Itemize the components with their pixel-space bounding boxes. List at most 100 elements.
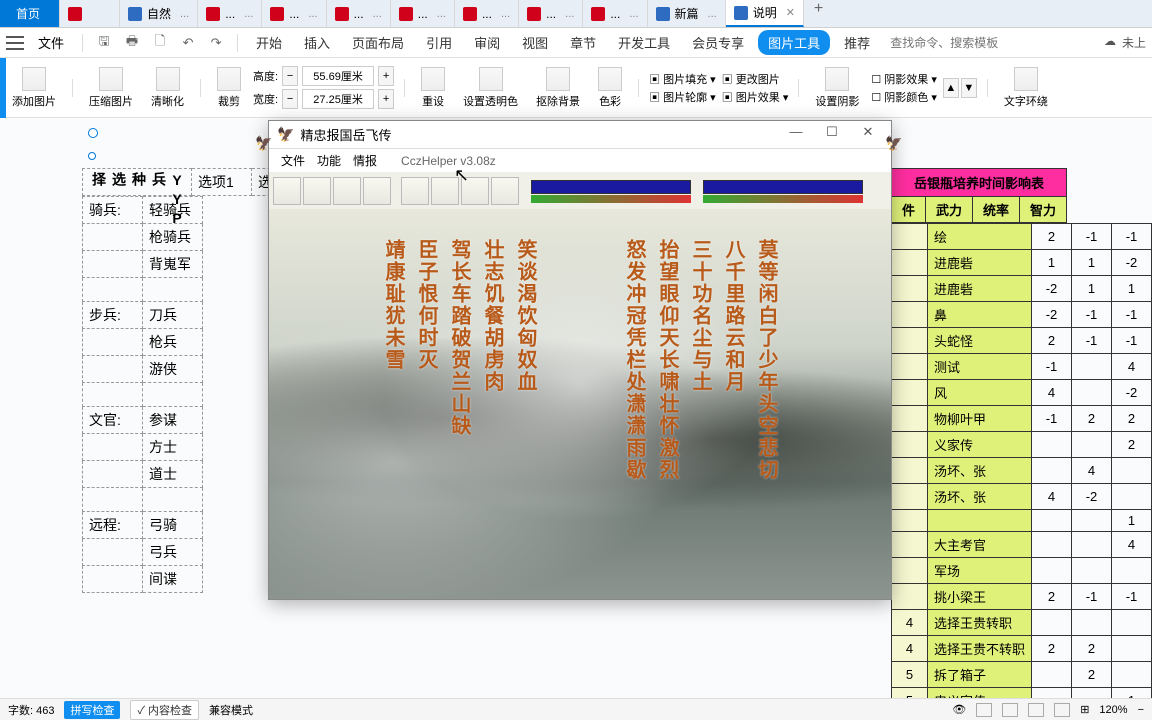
view-icon[interactable]: 👁 — [952, 703, 966, 716]
tab-active[interactable]: 说明✕ — [726, 0, 804, 27]
transparent-button[interactable]: 设置透明色 — [457, 67, 524, 109]
tool-3[interactable] — [333, 177, 361, 205]
view-mode-2[interactable] — [1002, 703, 1018, 717]
minimize-button[interactable]: — — [781, 124, 811, 146]
menu-intel[interactable]: 情报 — [353, 152, 377, 169]
shadowcolor-button[interactable]: ☐ 阴影颜色 ▾ — [871, 89, 937, 105]
file-menu[interactable]: 文件 — [30, 30, 72, 55]
table-cell: 枪兵 — [143, 329, 203, 356]
crop-button[interactable]: 裁剪 — [211, 67, 247, 109]
spellcheck-toggle[interactable]: 拼写检查 — [64, 701, 120, 719]
window-titlebar[interactable]: 🦅 精忠报国岳飞传 — ☐ ✕ — [269, 121, 891, 149]
dec-w[interactable]: − — [282, 89, 298, 109]
wrap-button[interactable]: 文字环绕 — [998, 67, 1054, 109]
height-input[interactable] — [302, 66, 374, 86]
tool-1[interactable] — [273, 177, 301, 205]
outline-button[interactable]: ▣ 图片轮廓 ▾ — [649, 89, 716, 105]
save-icon[interactable]: 🖫 — [93, 32, 115, 54]
zoom-out[interactable]: − — [1138, 704, 1144, 716]
redo-icon[interactable]: ↷ — [205, 32, 227, 54]
shadow-button[interactable]: 设置阴影 — [809, 67, 865, 109]
table-cell: 鼻 — [927, 302, 1031, 328]
width-input[interactable] — [302, 89, 374, 109]
content-check[interactable]: ✓ 内容检查 — [130, 700, 199, 720]
close-icon[interactable]: ✕ — [786, 6, 795, 19]
mtab-ref[interactable]: 引用 — [418, 29, 460, 56]
tool-6[interactable] — [431, 177, 459, 205]
resize-handle[interactable] — [88, 152, 96, 160]
tool-7[interactable] — [461, 177, 489, 205]
table-cell — [891, 328, 927, 354]
inc-h[interactable]: + — [378, 66, 394, 86]
fill-button[interactable]: ▣ 图片填充 ▾ — [649, 71, 716, 87]
effect-button[interactable]: ▣ 图片效果 ▾ — [722, 89, 789, 105]
tab-5[interactable]: ...... — [327, 0, 391, 27]
removebg-button[interactable]: 抠除背景 — [530, 67, 586, 109]
hamburger-icon[interactable] — [6, 36, 24, 50]
view-mode-1[interactable] — [976, 703, 992, 717]
cloud-icon[interactable]: ☁ — [1104, 34, 1116, 51]
mtab-recommend[interactable]: 推荐 — [836, 29, 878, 56]
table-cell — [1072, 380, 1112, 406]
tab-8[interactable]: ...... — [519, 0, 583, 27]
tab-3[interactable]: ...... — [198, 0, 262, 27]
view-mode-3[interactable] — [1028, 703, 1044, 717]
mtab-member[interactable]: 会员专享 — [684, 29, 752, 56]
tab-6[interactable]: ...... — [391, 0, 455, 27]
table-cell: 选择王贵转职 — [927, 610, 1031, 636]
mtab-chapter[interactable]: 章节 — [562, 29, 604, 56]
tab-9[interactable]: ...... — [583, 0, 647, 27]
tab-new[interactable]: + — [804, 0, 833, 27]
compress-button[interactable]: 压缩图片 — [83, 67, 139, 109]
view-mode-4[interactable] — [1054, 703, 1070, 717]
mtab-insert[interactable]: 插入 — [296, 29, 338, 56]
table-cell: 4 — [891, 610, 927, 636]
word-count[interactable]: 字数: 463 — [8, 702, 54, 718]
tool-8[interactable] — [491, 177, 519, 205]
tool-2[interactable] — [303, 177, 331, 205]
mtab-review[interactable]: 审阅 — [466, 29, 508, 56]
rotate-handle[interactable] — [88, 128, 98, 138]
compat-mode: 兼容模式 — [209, 702, 253, 718]
tab-4[interactable]: ...... — [262, 0, 326, 27]
maximize-button[interactable]: ☐ — [817, 124, 847, 146]
close-button[interactable]: ✕ — [853, 124, 883, 146]
tab-2[interactable]: 自然... — [120, 0, 198, 27]
dec-h[interactable]: − — [282, 66, 298, 86]
tool-5[interactable] — [401, 177, 429, 205]
add-picture-button[interactable]: 添加图片 — [6, 67, 62, 109]
tab-1[interactable] — [60, 0, 120, 27]
col-header: 武力 — [926, 197, 973, 223]
status-bar: 字数: 463 拼写检查 ✓ 内容检查 兼容模式 👁 ⊞ 120% − — [0, 698, 1152, 720]
tab-10[interactable]: 新篇... — [648, 0, 726, 27]
table-cell: 2 — [1032, 328, 1072, 354]
mtab-layout[interactable]: 页面布局 — [344, 29, 412, 56]
reset-button[interactable]: 重设 — [415, 67, 451, 109]
mtab-dev[interactable]: 开发工具 — [610, 29, 678, 56]
inc-w[interactable]: + — [378, 89, 394, 109]
table-cell — [83, 224, 143, 251]
zoom-fit[interactable]: ⊞ — [1080, 703, 1089, 716]
zoom-value[interactable]: 120% — [1099, 704, 1127, 716]
color-button[interactable]: 色彩 — [592, 67, 628, 109]
search-input[interactable] — [890, 36, 1010, 50]
nudge-up[interactable]: ▲ — [943, 78, 959, 98]
tool-4[interactable] — [363, 177, 391, 205]
preview-icon[interactable]: 🗋 — [149, 32, 171, 54]
undo-icon[interactable]: ↶ — [177, 32, 199, 54]
mtab-start[interactable]: 开始 — [248, 29, 290, 56]
nudge-dn[interactable]: ▼ — [961, 78, 977, 98]
mtab-view[interactable]: 视图 — [514, 29, 556, 56]
mtab-pictools[interactable]: 图片工具 — [758, 30, 830, 55]
print-icon[interactable]: 🖶 — [121, 32, 143, 54]
eagle-icon: 🦅 — [885, 135, 905, 153]
tab-7[interactable]: ...... — [455, 0, 519, 27]
table-cell — [1072, 354, 1112, 380]
menu-func[interactable]: 功能 — [317, 152, 341, 169]
shadoweff-button[interactable]: ☐ 阴影效果 ▾ — [871, 71, 937, 87]
menu-file[interactable]: 文件 — [281, 152, 305, 169]
change-button[interactable]: ▣ 更改图片 — [722, 71, 789, 87]
unit-table-title: YYP兵种选择 — [83, 169, 192, 196]
tab-home[interactable]: 首页 — [0, 0, 60, 27]
clarify-button[interactable]: 清晰化 — [145, 67, 190, 109]
